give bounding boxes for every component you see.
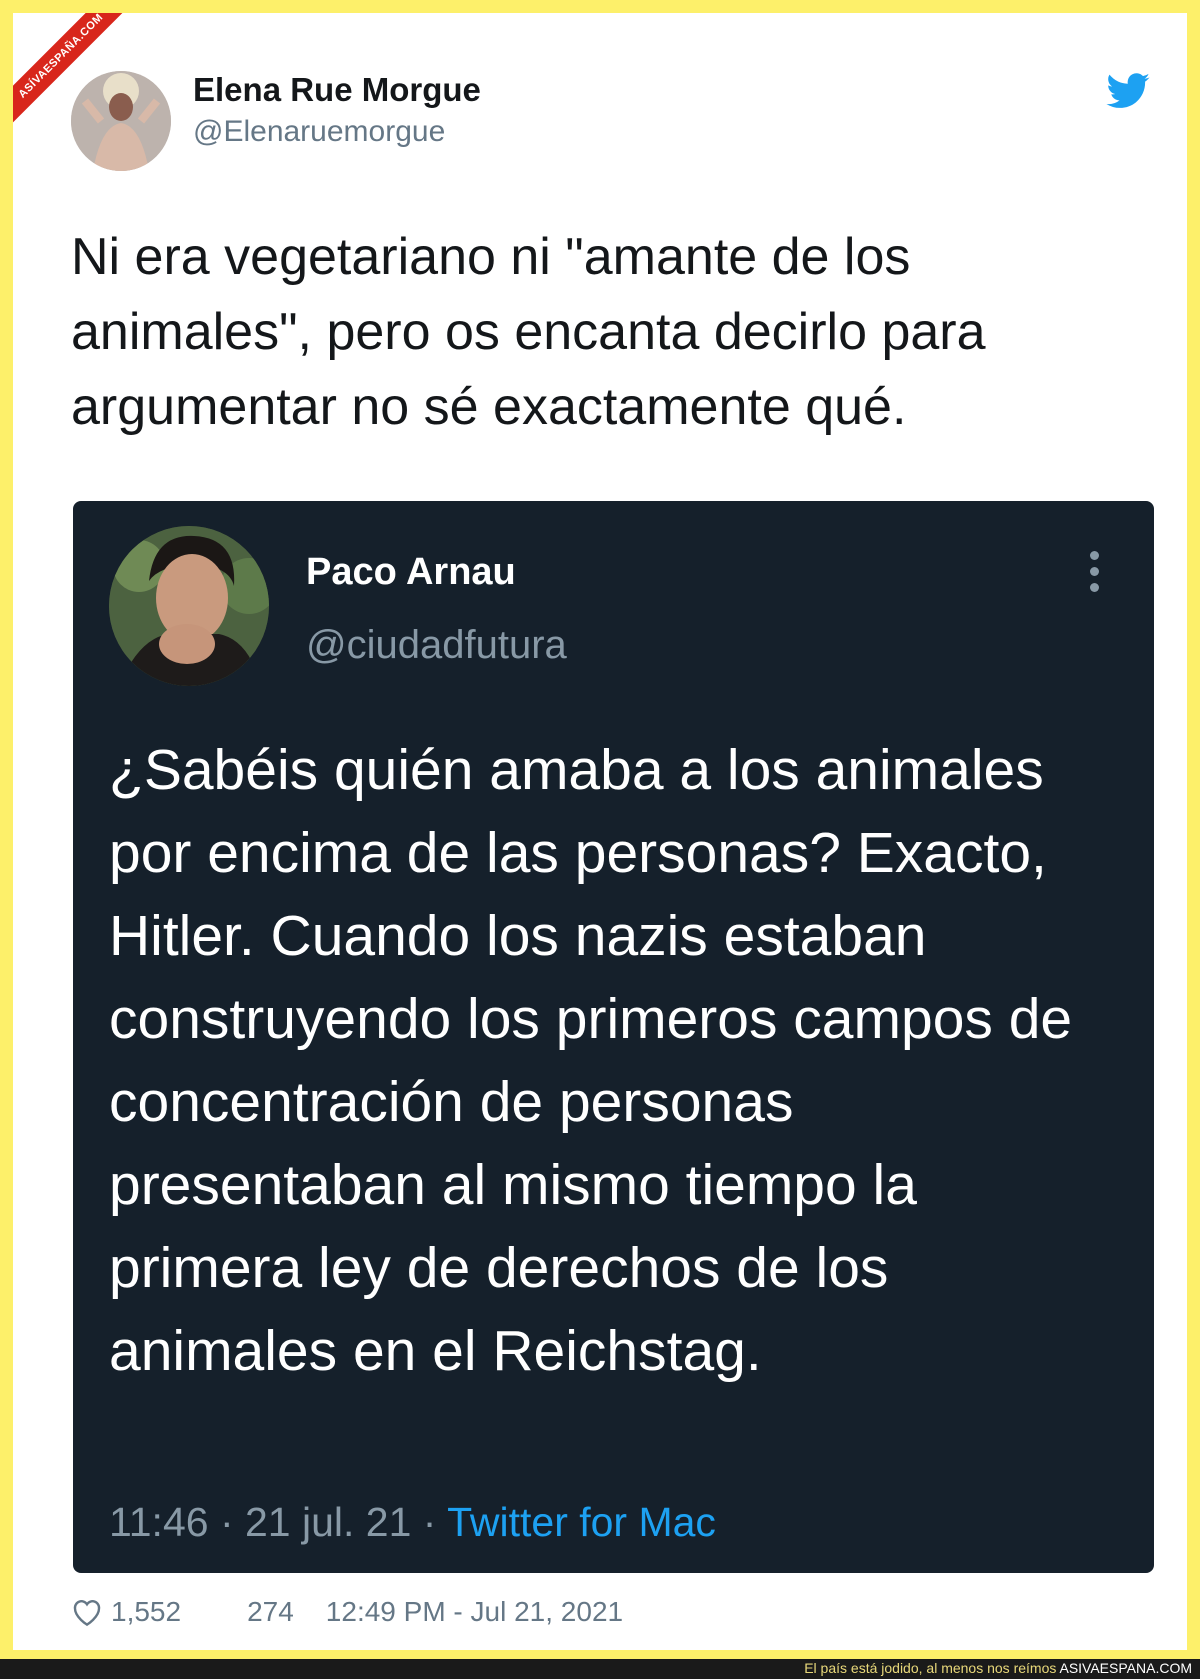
heart-icon[interactable] [71, 1597, 103, 1627]
twitter-bird-icon[interactable] [1106, 73, 1150, 109]
site-footer-text: El país está jodido, al menos nos reímos… [804, 1660, 1192, 1676]
site-name-link[interactable]: ASIVAESPANA.COM [1059, 1660, 1192, 1676]
like-count[interactable]: 1,552 [111, 1596, 181, 1628]
tweet-card: ASÍVAESPAÑA.COM Elena Rue Morgue @Elenar… [13, 13, 1187, 1650]
quoted-author-avatar[interactable] [109, 526, 269, 686]
quoted-tweet-text: ¿Sabéis quién amaba a los animales por e… [109, 738, 1073, 1383]
author-handle[interactable]: @Elenaruemorgue [193, 115, 445, 149]
author-name[interactable]: Elena Rue Morgue [193, 71, 481, 109]
avatar-image [71, 71, 171, 171]
meta-separator: · [208, 1499, 245, 1545]
quoted-author-name[interactable]: Paco Arnau [306, 551, 516, 594]
quoted-time: 11:46 [109, 1499, 209, 1545]
tweet-footer: 1,552 274 12:49 PM - Jul 21, 2021 [71, 1596, 623, 1628]
site-footer-bar: El país está jodido, al menos nos reímos… [0, 1659, 1200, 1679]
tweet-timestamp[interactable]: 12:49 PM - Jul 21, 2021 [326, 1596, 623, 1628]
quoted-tweet-screenshot: Paco Arnau @ciudadfutura ¿Sabéis quién a… [73, 501, 1154, 1573]
tweet-text: Ni era vegetariano ni "amante de los ani… [71, 228, 986, 436]
quoted-avatar-image [109, 526, 269, 686]
reply-count[interactable]: 274 [247, 1596, 294, 1628]
site-slogan: El país está jodido, al menos nos reímos [804, 1660, 1057, 1676]
quoted-date: 21 jul. 21 [245, 1499, 412, 1545]
quoted-tweet-meta: 11:46 · 21 jul. 21 · Twitter for Mac [109, 1499, 716, 1546]
meta-separator: · [411, 1499, 448, 1545]
quoted-source-link[interactable]: Twitter for Mac [447, 1499, 716, 1545]
author-avatar[interactable] [71, 71, 171, 171]
quoted-author-handle[interactable]: @ciudadfutura [306, 623, 567, 668]
more-options-icon[interactable] [1090, 551, 1100, 595]
